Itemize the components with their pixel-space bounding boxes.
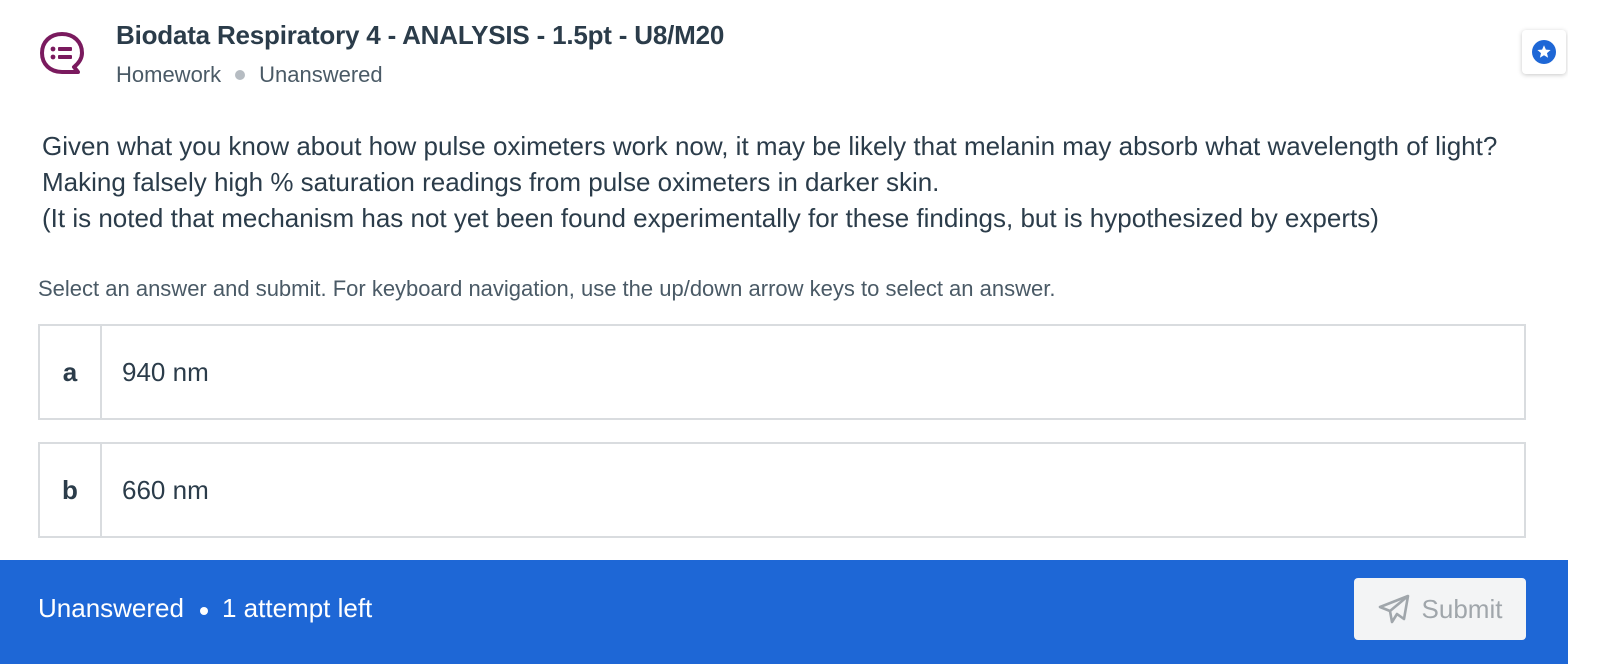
submission-bar: Unanswered 1 attempt left Submit	[0, 560, 1568, 664]
submission-state: Unanswered	[38, 593, 184, 623]
option-text: 660 nm	[122, 474, 209, 505]
right-edge-strip	[1568, 0, 1600, 664]
answer-status: Unanswered	[259, 62, 383, 87]
submit-button[interactable]: Submit	[1354, 578, 1526, 640]
prompt-line: Making falsely high % saturation reading…	[42, 167, 940, 197]
submit-label: Submit	[1421, 593, 1503, 624]
prompt-line: (It is noted that mechanism has not yet …	[42, 203, 1379, 233]
question-bubble-icon	[38, 30, 86, 78]
paper-plane-icon	[1378, 594, 1410, 624]
star-icon	[1532, 40, 1556, 64]
option-letter: b	[40, 444, 102, 536]
submission-status: Unanswered 1 attempt left	[38, 593, 372, 624]
answer-option-a[interactable]: a 940 nm	[38, 324, 1526, 420]
attempts-remaining: 1 attempt left	[221, 593, 373, 623]
question-meta: Homework Unanswered	[116, 62, 383, 88]
question-prompt: Given what you know about how pulse oxim…	[42, 128, 1572, 236]
answer-option-b[interactable]: b 660 nm	[38, 442, 1526, 538]
prompt-line: Given what you know about how pulse oxim…	[42, 131, 1498, 161]
option-text: 940 nm	[122, 356, 209, 387]
meta-separator-dot	[235, 70, 246, 80]
bookmark-button[interactable]	[1522, 30, 1566, 74]
page-title: Biodata Respiratory 4 - ANALYSIS - 1.5pt…	[116, 20, 725, 50]
status-separator-dot	[199, 606, 208, 615]
answer-instructions: Select an answer and submit. For keyboar…	[38, 276, 1056, 301]
question-header: Biodata Respiratory 4 - ANALYSIS - 1.5pt…	[38, 18, 1566, 98]
question-page: Biodata Respiratory 4 - ANALYSIS - 1.5pt…	[0, 0, 1600, 664]
assignment-type: Homework	[116, 62, 222, 87]
option-letter: a	[40, 326, 102, 418]
